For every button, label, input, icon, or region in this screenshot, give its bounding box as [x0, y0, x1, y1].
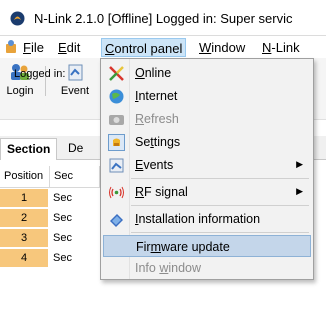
refresh-icon [109, 115, 124, 125]
nlink-app-icon [10, 11, 25, 26]
table-row-section[interactable]: Sec [50, 189, 80, 208]
login-label: Login [6, 85, 34, 97]
title-bar: N-Link 2.1.0 [Offline] Logged in: Super … [0, 0, 326, 36]
table-row-position[interactable]: 3 [0, 229, 48, 248]
menu-item-rf-signal[interactable]: RF signal ▶ [103, 181, 311, 203]
menu-bar: File Edit Control panel Window N-Link [0, 36, 326, 58]
table-row-section[interactable]: Sec [50, 249, 80, 268]
events-label: Event [60, 85, 90, 97]
menu-separator [131, 178, 309, 179]
menu-item-internet[interactable]: Internet [103, 85, 311, 107]
menu-nlink[interactable]: N-Link [259, 38, 303, 57]
column-header-section[interactable]: Sec [50, 166, 100, 188]
menu-edit[interactable]: Edit [55, 38, 83, 57]
menu-separator [131, 205, 309, 206]
events-icon [109, 158, 124, 173]
logged-in-label: Logged in: [14, 68, 66, 80]
table-row-position[interactable]: 1 [0, 189, 48, 208]
table-row-section[interactable]: Sec [50, 209, 80, 228]
settings-icon [108, 134, 125, 151]
menu-file[interactable]: File [20, 38, 47, 57]
rf-signal-icon [109, 186, 124, 199]
menu-control-panel[interactable]: Control panel [101, 38, 187, 57]
menu-item-info-window[interactable]: Info window [103, 257, 311, 279]
column-header-position[interactable]: Position [0, 166, 50, 188]
menu-item-online[interactable]: Online [103, 62, 311, 84]
menu-separator [131, 232, 309, 233]
file-menu-icon [6, 40, 16, 53]
menu-window[interactable]: Window [196, 38, 248, 57]
menu-item-installation-information[interactable]: Installation information [103, 208, 311, 230]
menu-item-firmware-update[interactable]: Firmware update [103, 235, 311, 257]
submenu-arrow-icon: ▶ [296, 186, 303, 196]
table-row-section[interactable]: Sec [50, 229, 80, 248]
menu-item-settings[interactable]: Settings [103, 131, 311, 153]
table-row-position[interactable]: 4 [0, 249, 48, 268]
online-icon [109, 66, 124, 81]
submenu-arrow-icon: ▶ [296, 159, 303, 169]
table-row-position[interactable]: 2 [0, 209, 48, 228]
menu-item-events[interactable]: Events ▶ [103, 154, 311, 176]
internet-icon [109, 89, 124, 104]
tab-de[interactable]: De [62, 138, 89, 160]
control-panel-menu: Online Internet Refresh Settings Events … [100, 58, 314, 280]
tab-section[interactable]: Section [0, 138, 58, 160]
window-title: N-Link 2.1.0 [Offline] Logged in: Super … [34, 11, 293, 26]
installation-info-icon [110, 214, 123, 227]
menu-item-refresh[interactable]: Refresh [103, 108, 311, 130]
events-icon [68, 64, 83, 81]
